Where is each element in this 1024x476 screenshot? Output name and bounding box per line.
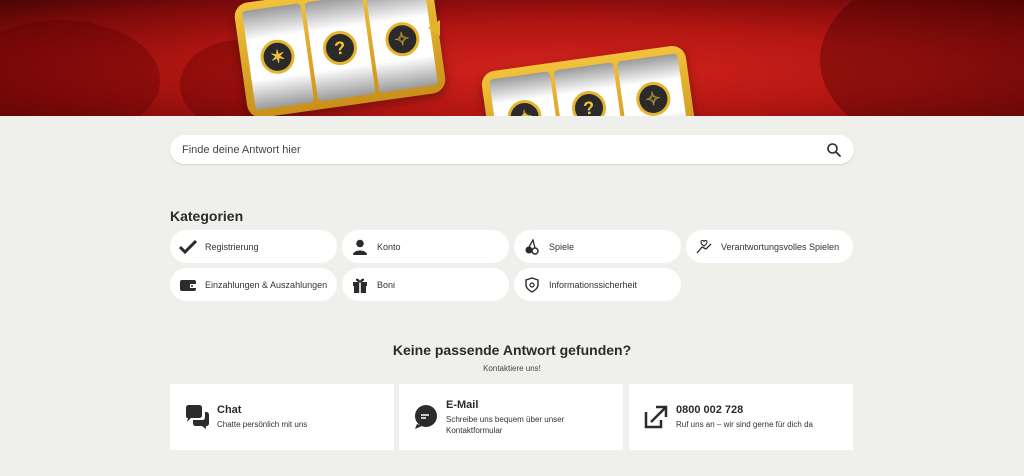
search-icon[interactable] xyxy=(826,142,842,158)
search-bar[interactable] xyxy=(170,135,854,164)
category-konto[interactable]: Konto xyxy=(342,230,509,263)
contact-card-phone[interactable]: 0800 002 728 Ruf uns an – wir sind gerne… xyxy=(629,384,853,450)
category-label: Verantwortungsvolles Spielen xyxy=(721,241,840,252)
category-label: Boni xyxy=(377,279,396,290)
contact-card-chat[interactable]: Chat Chatte persönlich mit uns xyxy=(170,384,394,450)
contact-card-email[interactable]: E-Mail Schreibe uns bequem über unser Ko… xyxy=(399,384,623,450)
checkmark-icon xyxy=(178,237,198,257)
cherries-icon xyxy=(522,237,542,257)
contact-text: Schreibe uns bequem über unser Kontaktfo… xyxy=(446,414,565,435)
category-einzahlungen-auszahlungen[interactable]: Einzahlungen & Auszahlungen xyxy=(170,268,337,301)
category-informationssicherheit[interactable]: Informationssicherheit xyxy=(514,268,681,301)
contact-text: Ruf uns an – wir sind gerne für dich da xyxy=(676,420,813,429)
user-icon xyxy=(350,237,370,257)
email-bubble-icon xyxy=(415,405,437,429)
wallet-icon xyxy=(178,275,198,295)
category-spiele[interactable]: Spiele xyxy=(514,230,681,263)
no-match-heading: Keine passende Antwort gefunden? xyxy=(392,342,632,358)
hand-heart-icon xyxy=(694,237,714,257)
search-input[interactable] xyxy=(182,143,826,156)
category-label: Spiele xyxy=(549,241,575,252)
categories-heading: Kategorien xyxy=(170,208,244,224)
category-label: Informationssicherheit xyxy=(549,279,638,290)
contact-title: Chat xyxy=(217,404,242,416)
category-registrierung[interactable]: Registrierung xyxy=(170,230,337,263)
slot-machine-illustration: ✶ ? ✧ xyxy=(232,0,448,116)
no-match-subheading: Kontaktiere uns! xyxy=(483,364,541,373)
category-label: Einzahlungen & Auszahlungen xyxy=(205,279,328,290)
category-label: Registrierung xyxy=(205,241,259,252)
hero-banner: ✶ ? ✧ ✦ ? ✧ xyxy=(0,0,1024,116)
category-label: Konto xyxy=(377,241,401,252)
slot-machine-illustration-2: ✦ ? ✧ xyxy=(480,44,698,116)
chat-icon xyxy=(186,405,209,429)
contact-title: E-Mail xyxy=(446,398,479,411)
shield-icon xyxy=(522,275,542,295)
contact-title: 0800 002 728 xyxy=(676,404,744,416)
gift-icon xyxy=(350,275,370,295)
category-verantwortungsvolles-spielen[interactable]: Verantwortungsvolles Spielen xyxy=(686,230,853,263)
phone-callout-icon xyxy=(644,405,668,429)
category-boni[interactable]: Boni xyxy=(342,268,509,301)
contact-text: Chatte persönlich mit uns xyxy=(217,420,308,429)
